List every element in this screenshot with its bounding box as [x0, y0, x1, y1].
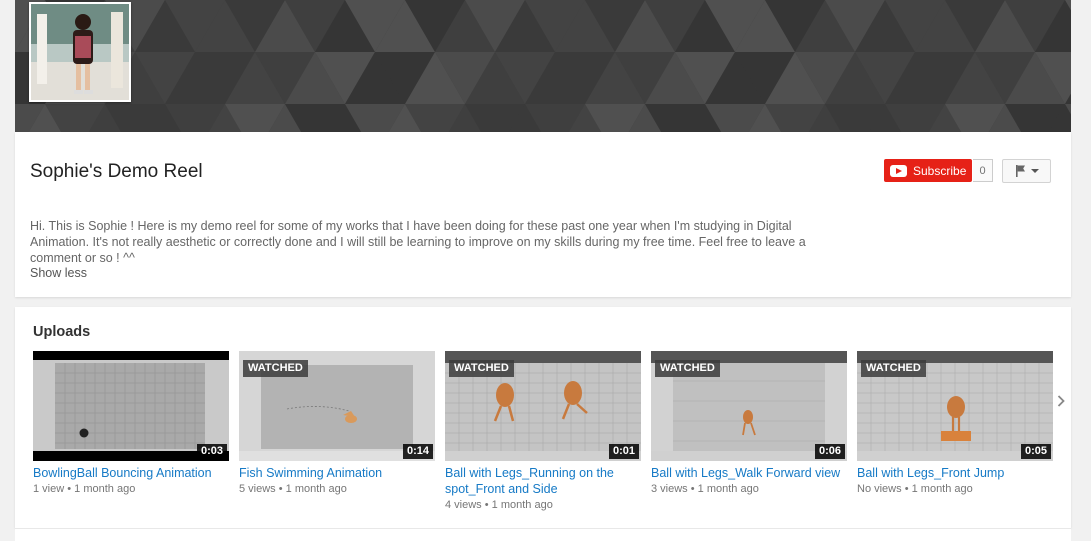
video-duration: 0:05 — [1020, 444, 1051, 459]
channel-description: Hi. This is Sophie ! Here is my demo ree… — [30, 219, 806, 265]
video-duration: 0:06 — [814, 444, 845, 459]
video-title-link[interactable]: Ball with Legs_Walk Forward view — [651, 465, 847, 481]
video-views: No views — [857, 483, 902, 495]
next-section — [15, 528, 1071, 541]
video-views: 4 views — [445, 499, 482, 511]
video-age: 1 month ago — [697, 483, 759, 495]
channel-header: Sophie's Demo Reel Subscribe 0 Hi. This … — [15, 132, 1071, 297]
video-duration: 0:01 — [608, 444, 639, 459]
video-title-link[interactable]: Fish Swimming Animation — [239, 465, 435, 481]
video-meta: 5 views • 1 month ago — [239, 483, 347, 495]
caret-down-icon — [1031, 169, 1039, 173]
banner-pattern — [15, 0, 1071, 132]
watched-badge: WATCHED — [861, 360, 926, 377]
video-item: WATCHED 0:14 Fish Swimming Animation 5 v… — [239, 351, 435, 497]
chevron-right-icon — [1057, 395, 1065, 407]
video-views: 1 view — [33, 483, 65, 495]
video-meta: 1 view • 1 month ago — [33, 483, 136, 495]
video-title-link[interactable]: BowlingBall Bouncing Animation — [33, 465, 229, 481]
video-thumbnail[interactable]: WATCHED 0:06 — [651, 351, 847, 461]
watched-badge: WATCHED — [655, 360, 720, 377]
watched-badge: WATCHED — [243, 360, 308, 377]
video-age: 1 month ago — [911, 483, 973, 495]
video-title-link[interactable]: Ball with Legs_Front Jump — [857, 465, 1053, 481]
video-item: WATCHED 0:01 Ball with Legs_Running on t… — [445, 351, 641, 513]
video-views: 3 views — [651, 483, 688, 495]
video-thumbnail[interactable]: 0:03 — [33, 351, 229, 461]
channel-avatar[interactable] — [29, 2, 131, 102]
video-age: 1 month ago — [74, 483, 136, 495]
video-age: 1 month ago — [491, 499, 553, 511]
show-less-link[interactable]: Show less — [30, 266, 87, 280]
youtube-play-icon — [890, 164, 907, 177]
video-meta: 3 views • 1 month ago — [651, 483, 759, 495]
flag-icon — [1016, 165, 1025, 177]
video-title-link[interactable]: Ball with Legs_Running on the spot_Front… — [445, 465, 641, 497]
subscribe-button[interactable]: Subscribe — [884, 159, 972, 182]
channel-title: Sophie's Demo Reel — [30, 161, 203, 182]
video-duration: 0:14 — [402, 444, 433, 459]
subscriber-count: 0 — [973, 159, 993, 182]
video-views: 5 views — [239, 483, 276, 495]
video-age: 1 month ago — [285, 483, 347, 495]
video-item: WATCHED 0:05 Ball with Legs_Front Jump N… — [857, 351, 1053, 497]
uploads-section: Uploads 0:03 BowlingBall Bouncing Animat… — [15, 307, 1071, 528]
channel-banner — [15, 0, 1071, 132]
video-thumbnail[interactable]: WATCHED 0:05 — [857, 351, 1053, 461]
video-item: WATCHED 0:06 Ball with Legs_Walk Forward… — [651, 351, 847, 497]
video-meta: No views • 1 month ago — [857, 483, 973, 495]
video-thumbnail[interactable]: WATCHED 0:01 — [445, 351, 641, 461]
watched-badge: WATCHED — [449, 360, 514, 377]
shelf-next-button[interactable] — [1054, 393, 1068, 409]
flag-menu-button[interactable] — [1002, 159, 1051, 183]
video-item: 0:03 BowlingBall Bouncing Animation 1 vi… — [33, 351, 229, 497]
video-thumbnail[interactable]: WATCHED 0:14 — [239, 351, 435, 461]
video-meta: 4 views • 1 month ago — [445, 499, 553, 511]
uploads-title: Uploads — [33, 324, 91, 340]
subscribe-label: Subscribe — [913, 163, 967, 178]
video-duration: 0:03 — [196, 444, 227, 459]
